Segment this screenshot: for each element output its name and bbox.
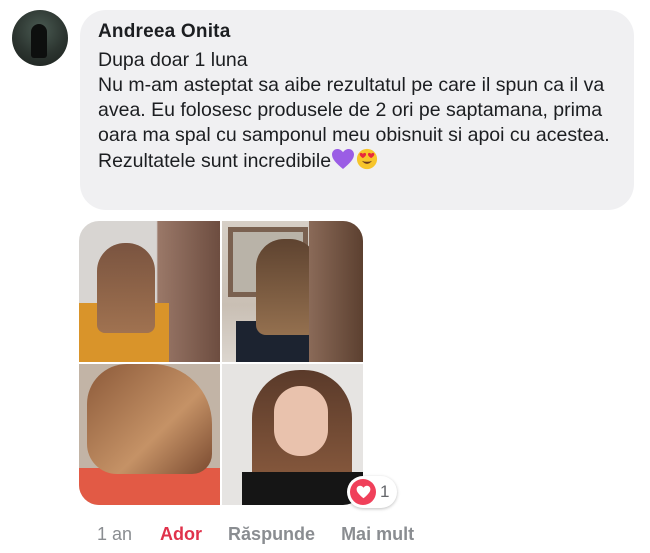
photo-grid[interactable]	[79, 221, 363, 505]
photo-face	[274, 386, 328, 456]
more-button[interactable]: Mai mult	[341, 522, 414, 546]
purple-heart-emoji	[332, 149, 355, 169]
comment-author[interactable]: Andreea Onita	[98, 20, 616, 44]
comment-text: Dupa doar 1 luna Nu m-am asteptat sa aib…	[98, 48, 616, 174]
hair-photo-back-before[interactable]	[79, 221, 220, 362]
comment-bubble: Andreea Onita Dupa doar 1 luna Nu m-am a…	[80, 10, 634, 210]
heart-eyes-emoji	[356, 148, 378, 170]
reply-button[interactable]: Răspunde	[228, 522, 315, 546]
avatar[interactable]	[12, 10, 68, 66]
hair-photo-side[interactable]	[79, 364, 220, 505]
photo-side-hair	[309, 221, 363, 362]
photo-hair	[87, 364, 212, 474]
comment-actions: 1 an Ador Răspunde Mai mult	[97, 522, 440, 546]
like-button[interactable]: Ador	[160, 522, 202, 546]
love-reaction-icon	[350, 479, 376, 505]
comment-timestamp[interactable]: 1 an	[97, 522, 132, 546]
hair-photo-back-after[interactable]	[222, 221, 363, 362]
avatar-figure	[31, 24, 47, 58]
reaction-summary[interactable]: 1	[347, 476, 398, 508]
photo-hair	[97, 243, 155, 333]
reaction-count: 1	[380, 482, 390, 501]
hair-photo-selfie[interactable]	[222, 364, 363, 505]
photo-shirt	[242, 472, 363, 505]
